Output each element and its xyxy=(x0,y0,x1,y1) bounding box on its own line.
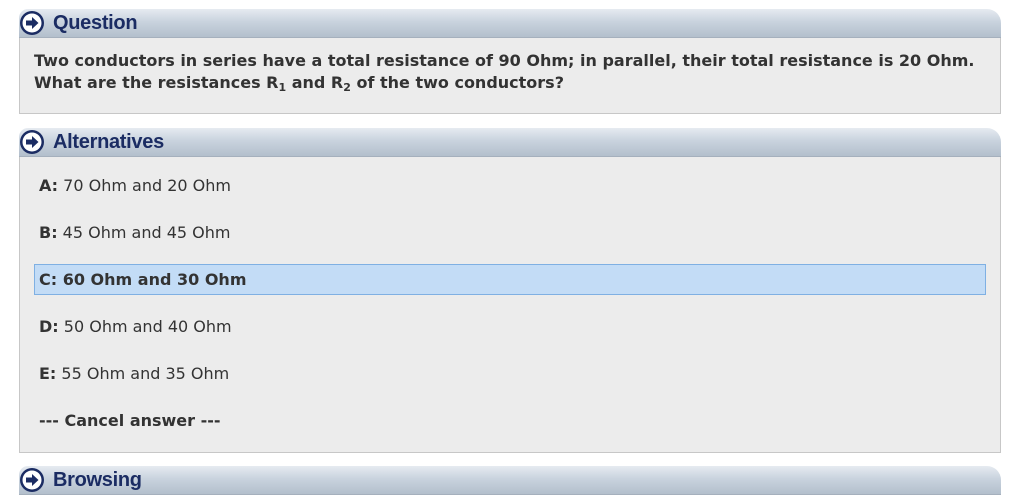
alternative-c[interactable]: C: 60 Ohm and 30 Ohm xyxy=(34,264,986,295)
question-header: Question xyxy=(19,9,1001,38)
question-panel: Question Two conductors in series have a… xyxy=(19,9,1001,114)
question-text-part: and R xyxy=(286,73,344,92)
alternative-letter: C: xyxy=(39,270,58,289)
alternative-b[interactable]: B: 45 Ohm and 45 Ohm xyxy=(34,217,986,248)
alternative-text: 50 Ohm and 40 Ohm xyxy=(58,317,232,336)
question-body: Two conductors in series have a total re… xyxy=(19,38,1001,114)
alternatives-header: Alternatives xyxy=(19,128,1001,157)
alternative-a[interactable]: A: 70 Ohm and 20 Ohm xyxy=(34,170,986,201)
alternative-letter: E: xyxy=(39,364,57,383)
browsing-header: Browsing xyxy=(19,466,1001,495)
browsing-panel: Browsing xyxy=(19,466,1001,495)
alternative-text: 60 Ohm and 30 Ohm xyxy=(57,270,247,289)
cancel-answer-button[interactable]: --- Cancel answer --- xyxy=(34,405,986,436)
arrow-right-circle-icon xyxy=(20,468,44,492)
alternative-text: 45 Ohm and 45 Ohm xyxy=(57,223,231,242)
alternative-d[interactable]: D: 50 Ohm and 40 Ohm xyxy=(34,311,986,342)
question-title: Question xyxy=(53,12,138,34)
subscript-2: 2 xyxy=(343,81,351,94)
subscript-1: 1 xyxy=(278,81,287,94)
alternative-e[interactable]: E: 55 Ohm and 35 Ohm xyxy=(34,358,986,389)
alternative-text: 70 Ohm and 20 Ohm xyxy=(58,176,231,195)
alternative-text: 55 Ohm and 35 Ohm xyxy=(56,364,230,383)
alternative-letter: A: xyxy=(39,176,59,195)
arrow-right-circle-icon xyxy=(20,130,44,154)
alternatives-panel: Alternatives A: 70 Ohm and 20 Ohm B: 45 … xyxy=(19,128,1001,453)
question-text: Two conductors in series have a total re… xyxy=(34,50,986,94)
browsing-title: Browsing xyxy=(53,469,142,491)
arrow-right-circle-icon xyxy=(20,11,44,35)
alternative-letter: D: xyxy=(39,317,59,336)
alternatives-body: A: 70 Ohm and 20 Ohm B: 45 Ohm and 45 Oh… xyxy=(19,157,1001,453)
question-text-part: of the two conductors? xyxy=(350,73,564,92)
alternative-letter: B: xyxy=(39,223,58,242)
alternatives-title: Alternatives xyxy=(53,131,164,153)
